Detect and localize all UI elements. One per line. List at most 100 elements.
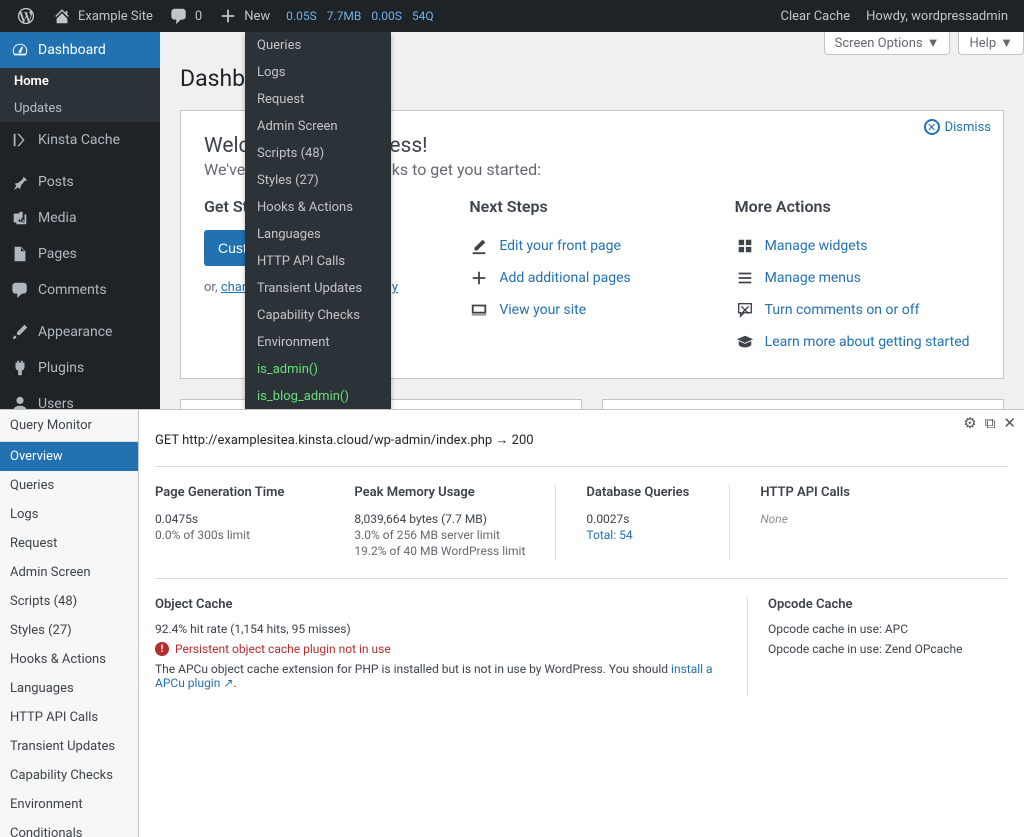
comments-link[interactable]: 0 [161,0,210,32]
qm-menu-transients[interactable]: Transient Updates [245,275,391,302]
qm-menu-admin-screen[interactable]: Admin Screen [245,113,391,140]
qm-stat-mem-value: 8,039,664 bytes (7.7 MB) [354,512,525,526]
qm-side-env[interactable]: Environment [0,790,138,819]
close-icon[interactable]: ✕ [1003,414,1016,432]
edit-icon [469,236,489,256]
site-name-link[interactable]: Example Site [44,0,161,32]
plugin-icon [10,358,30,378]
qm-menu-isblogadmin[interactable]: is_blog_admin() [245,383,391,410]
sidebar-dashboard[interactable]: Dashboard [0,32,160,68]
brush-icon [10,322,30,342]
caret-down-icon: ▼ [1000,35,1013,51]
qm-stat-mem-title: Peak Memory Usage [354,485,525,500]
qm-menu-hooks[interactable]: Hooks & Actions [245,194,391,221]
qm-stat-db-link[interactable]: Total: 54 [586,528,632,542]
qm-opcode-cache: Opcode Cache Opcode cache in use: APC Op… [748,597,1008,696]
qm-side-queries[interactable]: Queries [0,471,138,500]
dismiss-label: Dismiss [945,120,991,135]
pin-icon [10,172,30,192]
sidebar-pages-label: Pages [38,246,77,262]
metric-queries: 54Q [412,9,434,23]
sidebar-kinsta-label: Kinsta Cache [38,132,120,148]
external-icon: ↗ [223,676,233,690]
qm-side-caps[interactable]: Capability Checks [0,761,138,790]
dismiss-button[interactable]: ✕ Dismiss [924,119,991,135]
toggle-comments-link[interactable]: Turn comments on or off [765,302,920,318]
qm-menu-isadmin[interactable]: is_admin() [245,356,391,383]
qm-side-logs[interactable]: Logs [0,500,138,529]
sidebar-plugins[interactable]: Plugins [0,350,160,386]
qm-objcache-rate: 92.4% hit rate (1,154 hits, 95 misses) [155,622,727,636]
sidebar-media[interactable]: Media [0,200,160,236]
qm-admin-metrics[interactable]: 0.05S 7.7MB 0.00S 54Q [278,9,441,23]
view-icon [469,300,489,320]
manage-widgets-link[interactable]: Manage widgets [765,238,868,254]
wp-logo[interactable] [8,0,44,32]
qm-side-request[interactable]: Request [0,529,138,558]
qm-menu-caps[interactable]: Capability Checks [245,302,391,329]
sidebar-dashboard-label: Dashboard [38,42,106,58]
qm-menu-queries[interactable]: Queries [245,32,391,59]
clear-cache-link[interactable]: Clear Cache [773,0,859,32]
qm-side-http-api[interactable]: HTTP API Calls [0,703,138,732]
comments-icon [10,280,30,300]
sidebar-plugins-label: Plugins [38,360,84,376]
add-pages-link[interactable]: Add additional pages [499,270,630,286]
moreactions-title: More Actions [735,197,980,216]
qm-opcache-line2: Opcode cache in use: Zend OPcache [768,642,1008,656]
widgets-icon [735,236,755,256]
qm-side-styles[interactable]: Styles (27) [0,616,138,645]
comments-off-icon [735,300,755,320]
qm-stat-gen-limit: 0.0% of 300s limit [155,528,284,542]
help-button[interactable]: Help ▼ [958,32,1024,55]
popout-icon[interactable]: ⧉ [985,414,996,432]
qm-menu-env[interactable]: Environment [245,329,391,356]
qm-objcache-note: The APCu object cache extension for PHP … [155,662,727,690]
view-site-link[interactable]: View your site [499,302,586,318]
wordpress-icon [16,6,36,26]
sidebar-appearance-label: Appearance [38,324,112,340]
qm-stat-db: Database Queries 0.0027s Total: 54 [586,485,730,560]
qm-menu-request[interactable]: Request [245,86,391,113]
sidebar-comments[interactable]: Comments [0,272,160,308]
sidebar-kinsta[interactable]: Kinsta Cache [0,122,160,158]
qm-side-transients[interactable]: Transient Updates [0,732,138,761]
qm-side-conditionals[interactable]: Conditionals [0,819,138,837]
qm-menu-http-api[interactable]: HTTP API Calls [245,248,391,275]
comment-count: 0 [195,9,202,24]
qm-menu-logs[interactable]: Logs [245,59,391,86]
qm-side-languages[interactable]: Languages [0,674,138,703]
manage-menus-link[interactable]: Manage menus [765,270,861,286]
qm-side-hooks[interactable]: Hooks & Actions [0,645,138,674]
learn-more-link[interactable]: Learn more about getting started [765,334,970,350]
screen-options-button[interactable]: Screen Options ▼ [824,32,951,55]
qm-side-admin-screen[interactable]: Admin Screen [0,558,138,587]
new-label: New [244,9,270,24]
qm-opcache-title: Opcode Cache [768,597,1008,612]
qm-stat-gen-title: Page Generation Time [155,485,284,500]
new-content-link[interactable]: New [210,0,278,32]
qm-stat-api-title: HTTP API Calls [760,485,850,500]
edit-front-page-link[interactable]: Edit your front page [499,238,621,254]
home-icon [52,6,72,26]
sidebar-comments-label: Comments [38,282,107,298]
sidebar-posts[interactable]: Posts [0,164,160,200]
menus-icon [735,268,755,288]
help-label: Help [969,36,996,51]
qm-menu-styles[interactable]: Styles (27) [245,167,391,194]
qm-menu-languages[interactable]: Languages [245,221,391,248]
qm-side-overview[interactable]: Overview [0,442,138,471]
close-icon: ✕ [924,119,940,135]
comment-icon [169,6,189,26]
sidebar-pages[interactable]: Pages [0,236,160,272]
howdy-link[interactable]: Howdy, wordpressadmin [858,0,1016,32]
plus-icon [469,268,489,288]
qm-stat-api: HTTP API Calls None [760,485,890,560]
qm-side-scripts[interactable]: Scripts (48) [0,587,138,616]
qm-menu-scripts[interactable]: Scripts (48) [245,140,391,167]
sidebar-appearance[interactable]: Appearance [0,314,160,350]
sidebar-home[interactable]: Home [0,68,160,95]
settings-icon[interactable]: ⚙ [963,414,976,432]
dashboard-icon [10,40,30,60]
sidebar-updates[interactable]: Updates [0,95,160,122]
